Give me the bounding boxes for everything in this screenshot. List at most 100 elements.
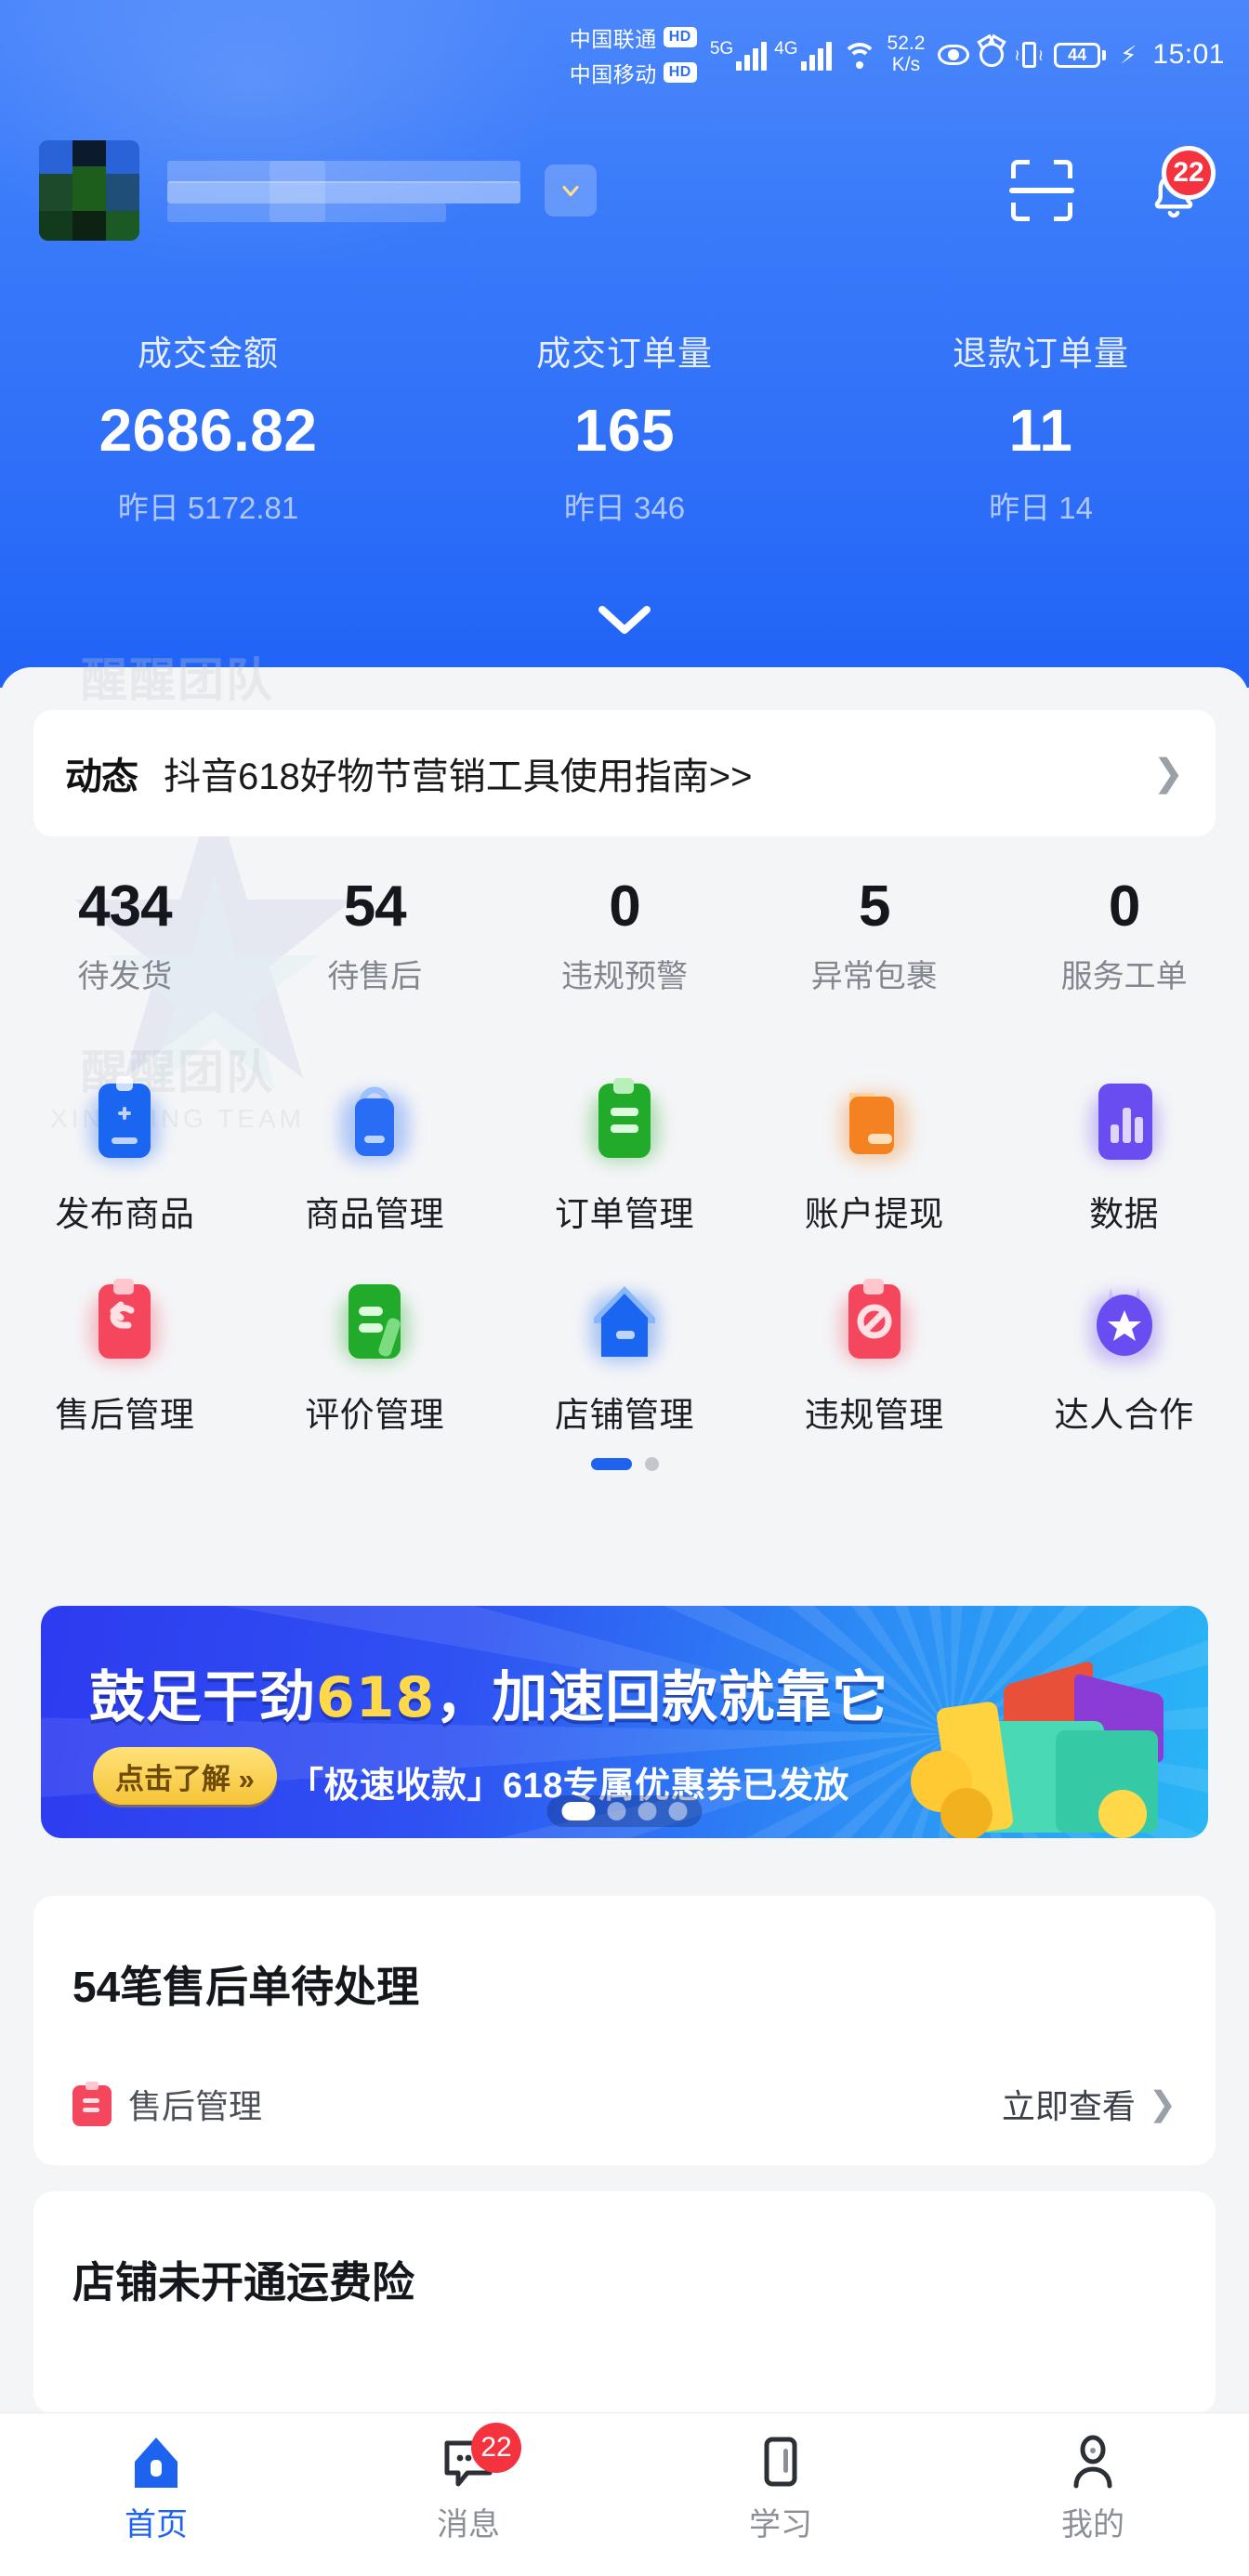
counter-value: 0 (609, 874, 640, 939)
bar-chart-icon (1081, 1076, 1168, 1163)
hero-stat-label: 退款订单量 (953, 335, 1129, 373)
alarm-icon (979, 43, 1005, 67)
carrier-block: 中国联通 HD 中国移动 HD (570, 21, 697, 88)
card-title: 店铺未开通运费险 (72, 2258, 414, 2307)
tab-home[interactable]: 首页 (0, 2413, 312, 2576)
shortcut-label: 达人合作 (1054, 1396, 1194, 1434)
tab-profile[interactable]: 我的 (937, 2413, 1249, 2576)
refund-icon (72, 2082, 112, 2126)
shortcut-data[interactable]: 数据 (999, 1076, 1249, 1236)
content-sheet: 醒醒团队 XINGXING TEAM 醒醒团队 XINGXING TEAM 动态… (0, 654, 1249, 2576)
card-action-link[interactable]: 立即查看 (1002, 2080, 1136, 2128)
hero-stat-gmv[interactable]: 成交金额 2686.82 昨日 5172.81 (0, 325, 416, 528)
shortcut-label: 商品管理 (305, 1195, 445, 1233)
grid-pagination[interactable] (0, 1457, 1249, 1471)
shortcut-review-management[interactable]: 评价管理 (250, 1277, 500, 1437)
refund-icon (81, 1277, 168, 1364)
shop-home-icon (581, 1277, 668, 1364)
hero-stat-sub: 昨日 14 (989, 491, 1093, 525)
carrier-2-name: 中国移动 (569, 62, 657, 86)
scan-icon[interactable] (1009, 160, 1074, 221)
hero-stat-refunds[interactable]: 退款订单量 11 昨日 14 (833, 325, 1249, 528)
shortcut-label: 违规管理 (804, 1396, 944, 1434)
counter-service-ticket[interactable]: 0 服务工单 (999, 874, 1249, 996)
counter-pending-ship[interactable]: 434 待发货 (0, 874, 250, 996)
counter-value: 5 (859, 874, 890, 939)
promo-dot[interactable] (638, 1802, 657, 1820)
tab-study[interactable]: 学习 (624, 2413, 937, 2576)
profile-icon (1064, 2434, 1122, 2491)
counter-value: 54 (343, 874, 407, 939)
card-footer: 售后管理 立即查看 ❯ (72, 2080, 1177, 2128)
ban-icon (831, 1277, 918, 1364)
tab-badge: 22 (471, 2423, 521, 2473)
promo-banner[interactable]: 鼓足干劲618，加速回款就靠它 点击了解 » 「极速收款」618专属优惠券已发放 (41, 1606, 1208, 1838)
hero-stat-value: 2686.82 (99, 397, 318, 464)
counter-row: 434 待发货 54 待售后 0 违规预警 5 异常包裹 0 服务工单 (0, 874, 1249, 996)
counter-label: 异常包裹 (810, 959, 938, 994)
news-banner[interactable]: 动态 抖音618好物节营销工具使用指南>> ❯ (33, 710, 1216, 836)
news-text: 抖音618好物节营销工具使用指南>> (164, 756, 753, 797)
avatar[interactable] (39, 140, 139, 241)
app-root: 中国联通 HD 中国移动 HD 5G 4G 52.2 K/s ≀ ≀ 44 ⚡ … (0, 0, 1249, 2576)
shortcut-violation-management[interactable]: 违规管理 (749, 1277, 999, 1437)
shortcut-label: 售后管理 (55, 1396, 195, 1434)
signal-group-1: 5G (709, 39, 768, 71)
tab-label: 我的 (1061, 2507, 1124, 2543)
account-switch-button[interactable] (545, 164, 597, 217)
card-title: 54笔售后单待处理 (72, 1963, 420, 2011)
task-card-shipping-insurance[interactable]: 店铺未开通运费险 (33, 2191, 1216, 2414)
promo-pagination[interactable] (546, 1795, 703, 1827)
promo-dot-active[interactable] (561, 1802, 596, 1820)
status-icons: ≀ ≀ 44 ⚡ 15:01 (938, 39, 1225, 71)
promo-title-c: ，加速回款就靠它 (435, 1665, 889, 1730)
shortcut-publish-product[interactable]: 发布商品 (0, 1076, 250, 1236)
shortcut-account-withdraw[interactable]: 账户提现 (749, 1076, 999, 1236)
promo-title-a: 鼓足干劲 (89, 1665, 316, 1730)
account-row: 22 (39, 139, 1216, 242)
news-tag: 动态 (65, 756, 138, 797)
username-masked[interactable] (167, 157, 530, 224)
status-bar: 中国联通 HD 中国移动 HD 5G 4G 52.2 K/s ≀ ≀ 44 ⚡ … (0, 0, 1249, 110)
promo-dot[interactable] (668, 1802, 688, 1820)
notification-button[interactable]: 22 (1139, 146, 1216, 226)
shortcut-influencer-cooperation[interactable]: 达人合作 (999, 1277, 1249, 1437)
promo-title-b: 618 (316, 1665, 436, 1730)
counter-pending-aftersale[interactable]: 54 待售后 (250, 874, 500, 996)
counter-violation-alert[interactable]: 0 违规预警 (500, 874, 750, 996)
promo-cta-button[interactable]: 点击了解 » (93, 1747, 277, 1805)
shortcut-order-management[interactable]: 订单管理 (500, 1076, 750, 1236)
grid-page-dot-active[interactable] (590, 1458, 632, 1470)
expand-stats-button[interactable] (597, 604, 652, 640)
eye-comfort-icon (938, 45, 970, 65)
vibrate-icon: ≀ ≀ (1014, 42, 1044, 68)
plus-clipboard-icon (81, 1076, 168, 1163)
tab-label: 首页 (125, 2507, 188, 2543)
battery-icon: 44 (1054, 42, 1107, 68)
network-type-1: 5G (709, 39, 734, 59)
counter-label: 服务工单 (1060, 959, 1188, 994)
grid-page-dot[interactable] (644, 1457, 659, 1471)
shortcut-label: 评价管理 (305, 1396, 445, 1434)
promo-dot[interactable] (607, 1802, 626, 1820)
hero-stats: 成交金额 2686.82 昨日 5172.81 成交订单量 165 昨日 346… (0, 325, 1249, 528)
counter-label: 待发货 (77, 959, 173, 994)
shortcut-aftersale-management[interactable]: 售后管理 (0, 1277, 250, 1437)
hero-stat-sub: 昨日 5172.81 (117, 491, 299, 525)
home-icon (127, 2434, 185, 2491)
tab-messages[interactable]: 22 消息 (312, 2413, 624, 2576)
promo-title: 鼓足干劲618，加速回款就靠它 (89, 1652, 888, 1733)
hero-stat-orders[interactable]: 成交订单量 165 昨日 346 (416, 325, 833, 528)
speed-value: 52.2 (887, 33, 926, 55)
shortcut-shop-management[interactable]: 店铺管理 (500, 1277, 750, 1437)
task-card-aftersale[interactable]: 54笔售后单待处理 售后管理 立即查看 ❯ (33, 1896, 1216, 2165)
shortcut-row-1: 发布商品 商品管理 订单管理 账户提现 数据 (0, 1076, 1249, 1236)
notification-badge: 22 (1162, 146, 1216, 200)
shortcut-product-management[interactable]: 商品管理 (250, 1076, 500, 1236)
signal-bars-icon-1 (736, 39, 768, 71)
shortcut-grid: 发布商品 商品管理 订单管理 账户提现 数据 售后管理 评价管理 店铺管理 违规… (0, 1076, 1249, 1471)
network-type-2: 4G (774, 39, 798, 59)
shortcut-label: 店铺管理 (554, 1396, 694, 1434)
speed-unit: K/s (891, 54, 921, 75)
counter-abnormal-package[interactable]: 5 异常包裹 (749, 874, 999, 996)
